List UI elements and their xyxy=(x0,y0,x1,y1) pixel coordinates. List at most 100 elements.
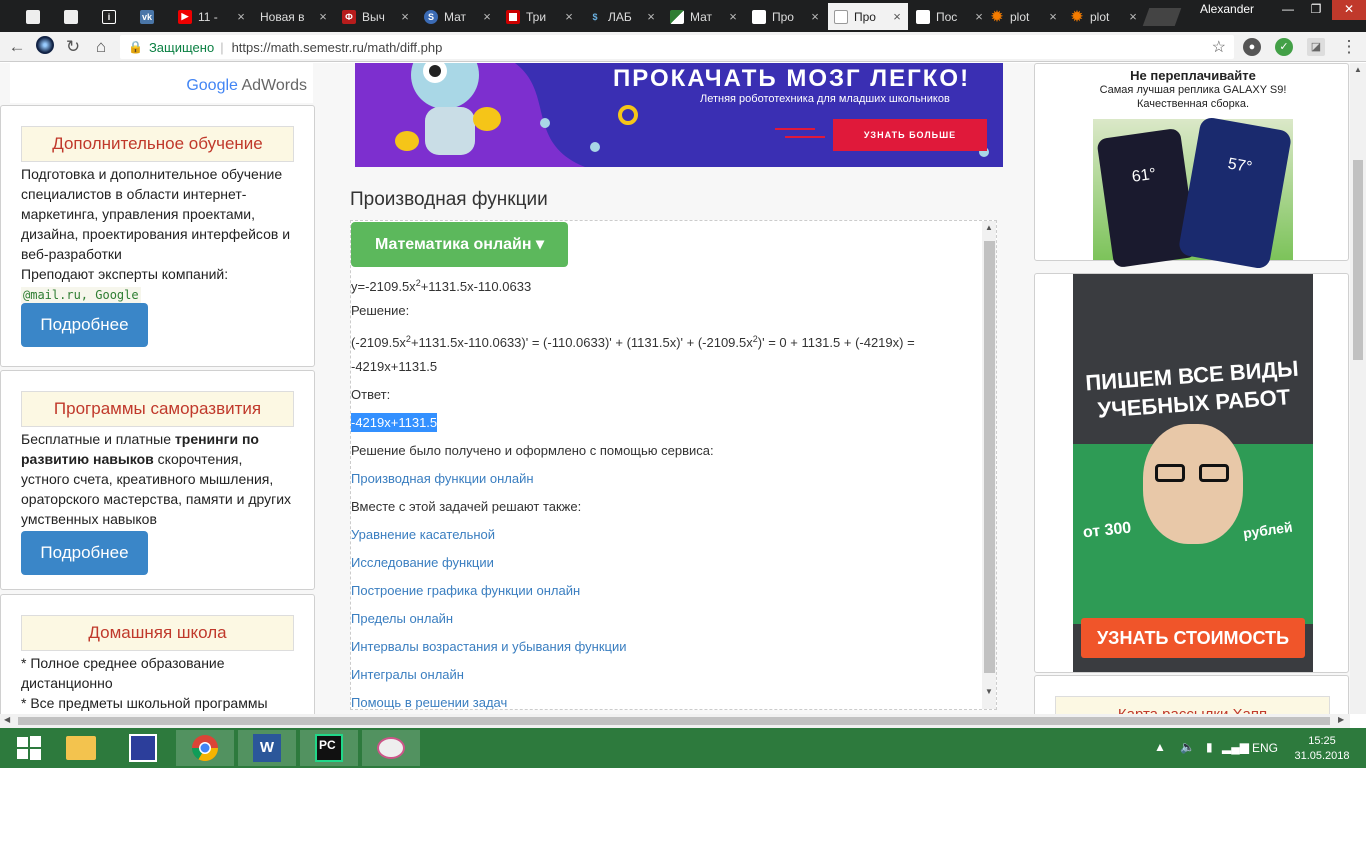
tangent-equation-link[interactable]: Уравнение касательной xyxy=(351,527,495,542)
tab-3[interactable]: i xyxy=(96,3,130,30)
close-icon[interactable]: × xyxy=(1046,9,1060,24)
close-icon[interactable]: × xyxy=(1126,9,1140,24)
clock[interactable]: 15:25 31.05.2018 xyxy=(1282,734,1362,764)
scroll-left-icon[interactable]: ◀ xyxy=(4,715,10,724)
close-icon[interactable]: × xyxy=(726,9,740,24)
scroll-down-icon[interactable]: ▼ xyxy=(985,687,993,696)
new-tab-button[interactable] xyxy=(1142,8,1182,26)
tab-15[interactable]: ✹ plot × xyxy=(984,3,1064,30)
tray-expand-icon[interactable]: ▲ xyxy=(1154,740,1166,754)
page-scrollbar[interactable]: ▲ xyxy=(1350,63,1366,714)
link-row: Исследование функции xyxy=(351,549,981,577)
robotics-banner[interactable]: ПРОКАЧАТЬ МОЗГ ЛЕГКО! Летняя робототехни… xyxy=(355,63,1003,167)
youtube-icon: ▶ xyxy=(178,9,192,24)
integrals-link[interactable]: Интегралы онлайн xyxy=(351,667,464,682)
tab-11[interactable]: Мат × xyxy=(664,3,744,30)
banner-subtitle: Летняя робототехника для младших школьни… xyxy=(700,93,950,105)
intervals-link[interactable]: Интервалы возрастания и убывания функции xyxy=(351,639,627,654)
tab-16[interactable]: ✹ plot × xyxy=(1064,3,1144,30)
more-button-self-development[interactable]: Подробнее xyxy=(21,531,148,575)
reload-icon[interactable]: ↻ xyxy=(62,36,84,58)
battery-icon[interactable]: ▮ xyxy=(1206,740,1213,754)
close-window-button[interactable]: ✕ xyxy=(1332,0,1366,20)
box-text: Бесплатные и платные тренинги по развити… xyxy=(21,431,292,527)
mail-map-title: Карта рассылки Хапп xyxy=(1055,696,1330,714)
tab-active[interactable]: Про × xyxy=(828,3,908,30)
derivative-online-link[interactable]: Производная функции онлайн xyxy=(351,471,534,486)
close-icon[interactable]: × xyxy=(398,9,412,24)
tab-8[interactable]: S Мат × xyxy=(418,3,498,30)
get-price-button[interactable]: УЗНАТЬ СТОИМОСТЬ xyxy=(1081,618,1305,658)
horizontal-scrollbar[interactable]: ◀ ▶ xyxy=(0,714,1350,728)
frame-scroll-thumb[interactable] xyxy=(984,241,995,673)
extension-green-icon[interactable]: ✓ xyxy=(1275,38,1293,56)
essay-ad[interactable]: ПИШЕМ ВСЕ ВИДЫ УЧЕБНЫХ РАБОТ от 300 рубл… xyxy=(1034,273,1349,673)
signal-icon[interactable]: ▂▄▆ xyxy=(1222,740,1249,754)
start-button[interactable] xyxy=(0,730,58,766)
scroll-up-icon[interactable]: ▲ xyxy=(1354,65,1362,74)
scroll-up-icon[interactable]: ▲ xyxy=(985,223,993,232)
tab-4[interactable]: vk xyxy=(134,3,168,30)
home-school-box: Домашняя школа * Полное среднее образова… xyxy=(0,594,315,714)
save-disk-icon[interactable] xyxy=(114,730,172,766)
also-text: Вместе с этой задачей решают также: xyxy=(351,499,582,514)
close-icon[interactable]: × xyxy=(480,9,494,24)
phone-right: 57° xyxy=(1177,116,1293,270)
minimize-button[interactable]: — xyxy=(1274,0,1302,20)
more-button-education[interactable]: Подробнее xyxy=(21,303,148,347)
galaxy-ad[interactable]: Не переплачивайте Самая лучшая реплика G… xyxy=(1034,63,1349,270)
maximize-button[interactable]: ❐ xyxy=(1302,0,1330,20)
dollar-icon: $ xyxy=(592,11,598,22)
tab-9[interactable]: Три × xyxy=(500,3,580,30)
url-text[interactable]: https://math.semestr.ru/math/diff.php xyxy=(232,40,443,55)
tab-12[interactable]: Про × xyxy=(746,3,826,30)
tab-7[interactable]: Ф Выч × xyxy=(336,3,416,30)
pycharm-icon[interactable]: PC xyxy=(300,730,358,766)
frame-scrollbar[interactable]: ▲ ▼ xyxy=(982,221,996,709)
solution-frame: Математика онлайн ▾ y=-2109.5x2+1131.5x-… xyxy=(350,220,997,710)
back-icon[interactable]: ← xyxy=(6,36,28,58)
limits-link[interactable]: Пределы онлайн xyxy=(351,611,453,626)
extension-icon[interactable]: ● xyxy=(1243,38,1261,56)
close-icon[interactable]: × xyxy=(644,9,658,24)
help-link[interactable]: Помощь в решении задач xyxy=(351,695,507,709)
tab-2[interactable] xyxy=(58,3,92,30)
tab-6[interactable]: Новая в × xyxy=(254,3,334,30)
horizontal-scroll-thumb[interactable] xyxy=(18,717,1330,725)
bookmark-star-icon[interactable]: ☆ xyxy=(1212,37,1226,57)
function-line: y=-2109.5x2+1131.5x-110.0633 xyxy=(351,278,532,294)
word-icon[interactable]: W xyxy=(238,730,296,766)
page-scroll-thumb[interactable] xyxy=(1353,160,1363,360)
address-bar[interactable]: 🔒 Защищено | https://math.semestr.ru/mat… xyxy=(120,35,1234,59)
extension-gray-icon[interactable]: ◪ xyxy=(1307,38,1325,56)
tab-14[interactable]: Пос × xyxy=(910,3,990,30)
paint-icon[interactable] xyxy=(362,730,420,766)
ad-title: Не переплачивайте xyxy=(1130,68,1256,83)
function-study-link[interactable]: Исследование функции xyxy=(351,555,494,570)
globe-icon: S xyxy=(424,9,438,24)
language-indicator[interactable]: ENG xyxy=(1252,741,1278,755)
document-icon xyxy=(64,9,78,24)
close-icon[interactable]: × xyxy=(316,9,330,24)
file-explorer-icon[interactable] xyxy=(52,730,110,766)
menu-icon[interactable]: ⋮ xyxy=(1338,36,1360,58)
close-icon[interactable]: × xyxy=(890,9,904,24)
profile-name[interactable]: Alexander xyxy=(1200,2,1254,16)
graph-plot-link[interactable]: Построение графика функции онлайн xyxy=(351,583,580,598)
service-text: Решение было получено и оформлено с помо… xyxy=(351,443,714,458)
home-icon[interactable]: ⌂ xyxy=(90,36,112,58)
speaker-icon[interactable]: 🔈 xyxy=(1180,740,1195,754)
close-icon[interactable]: × xyxy=(234,9,248,24)
chrome-icon[interactable] xyxy=(176,730,234,766)
tab-5[interactable]: ▶ 11 - × xyxy=(172,3,252,30)
tab-1[interactable] xyxy=(20,3,54,30)
scroll-right-icon[interactable]: ▶ xyxy=(1338,715,1344,724)
math-online-dropdown-button[interactable]: Математика онлайн ▾ xyxy=(351,222,568,267)
tab-10[interactable]: $ ЛАБ × xyxy=(582,3,662,30)
answer-value[interactable]: -4219x+1131.5 xyxy=(351,409,981,437)
close-icon[interactable]: × xyxy=(562,9,576,24)
close-icon[interactable]: × xyxy=(808,9,822,24)
galaxy-ad-inner: Не переплачивайте Самая лучшая реплика G… xyxy=(1073,64,1313,270)
learn-more-button[interactable]: УЗНАТЬ БОЛЬШЕ xyxy=(833,119,987,151)
companies-code: @mail.ru, Google xyxy=(21,287,141,303)
